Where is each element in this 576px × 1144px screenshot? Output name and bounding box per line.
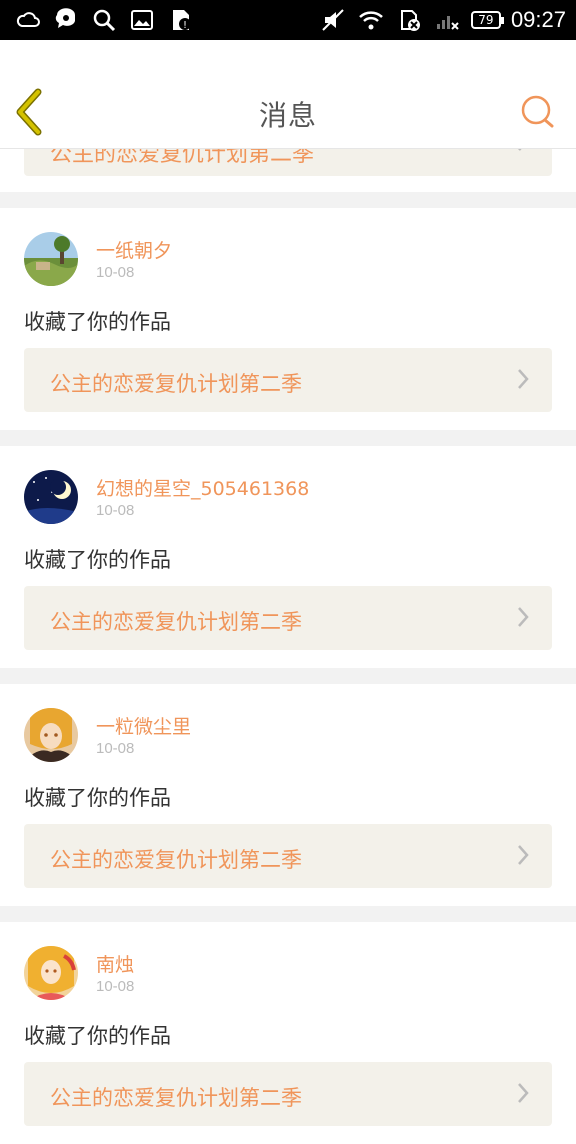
svg-text:!: ! (183, 20, 187, 31)
message-action: 收藏了你的作品 (24, 786, 171, 810)
work-title: 公主的恋爱复仇计划第二季 (50, 1086, 302, 1110)
avatar[interactable] (24, 946, 78, 1000)
message-date: 10-08 (96, 264, 135, 281)
mute-icon (319, 6, 347, 34)
message-action: 收藏了你的作品 (24, 1024, 171, 1048)
wifi-icon (357, 6, 385, 34)
work-link[interactable]: 公主的恋爱复仇计划第二季 (24, 1062, 552, 1126)
weather-cloud-icon (14, 6, 42, 34)
work-link[interactable]: 公主的恋爱复仇计划第二季 (24, 348, 552, 412)
status-bar: ! 79 09:27 (0, 0, 576, 40)
clock: 09:27 (510, 7, 566, 32)
chevron-right-icon (518, 607, 529, 627)
username[interactable]: 一粒微尘里 (96, 712, 191, 739)
username[interactable]: 幻想的星空_505461368 (96, 474, 309, 501)
battery-icon: 79 (470, 11, 504, 29)
work-title: 公主的恋爱复仇计划第二季 (50, 610, 302, 634)
avatar[interactable] (24, 708, 78, 762)
page-title: 消息 (258, 99, 317, 132)
avatar[interactable] (24, 470, 78, 524)
avatar[interactable] (24, 232, 78, 286)
search-icon (521, 95, 554, 128)
work-link[interactable]: 公主的恋爱复仇计划第二季 (24, 824, 552, 888)
message-bubble-icon (52, 6, 80, 34)
username[interactable]: 南烛 (96, 950, 134, 977)
battery-level: 79 (478, 13, 494, 27)
image-notification-icon (128, 6, 156, 34)
partial-message-card: 公主的恋爱复仇计划第二季 (0, 130, 576, 192)
app-header: 消息 (0, 40, 576, 149)
sim-card-disabled-icon (395, 6, 423, 34)
message-date: 10-08 (96, 740, 135, 757)
message-date: 10-08 (96, 502, 135, 519)
chevron-right-icon (518, 369, 529, 389)
message-action: 收藏了你的作品 (24, 310, 171, 334)
chevron-right-icon (518, 1083, 529, 1103)
message-date: 10-08 (96, 978, 135, 995)
message-card: 一纸朝夕 10-08 收藏了你的作品 公主的恋爱复仇计划第二季 (0, 208, 576, 430)
work-link[interactable]: 公主的恋爱复仇计划第二季 (24, 586, 552, 650)
search-button[interactable] (518, 92, 558, 132)
message-card: 南烛 10-08 收藏了你的作品 公主的恋爱复仇计划第二季 (0, 922, 576, 1144)
message-card: 一粒微尘里 10-08 收藏了你的作品 公主的恋爱复仇计划第二季 (0, 684, 576, 906)
work-title: 公主的恋爱复仇计划第二季 (50, 848, 302, 872)
username[interactable]: 一纸朝夕 (96, 236, 172, 263)
chevron-right-icon (518, 845, 529, 865)
work-title: 公主的恋爱复仇计划第二季 (50, 372, 302, 396)
sd-card-alert-icon: ! (166, 6, 194, 34)
signal-strength-icon (433, 6, 461, 34)
message-card: 幻想的星空_505461368 10-08 收藏了你的作品 公主的恋爱复仇计划第… (0, 446, 576, 668)
message-action: 收藏了你的作品 (24, 548, 171, 572)
search-status-icon (90, 6, 118, 34)
